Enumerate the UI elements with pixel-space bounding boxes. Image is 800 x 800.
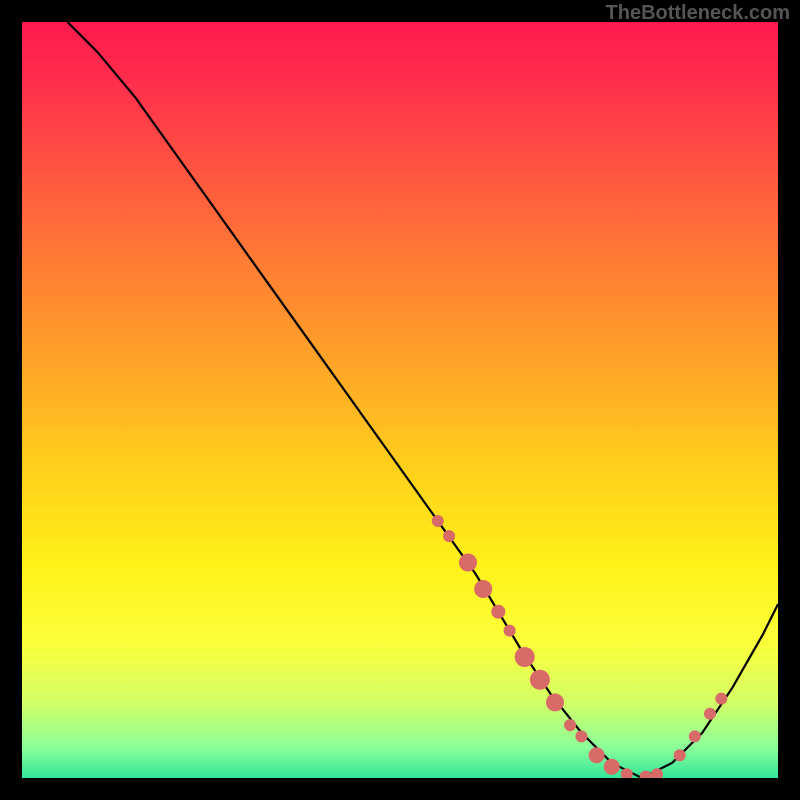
curve-marker	[504, 625, 516, 637]
curve-marker	[689, 730, 701, 742]
curve-marker	[564, 719, 576, 731]
curve-marker	[474, 580, 492, 598]
curve-marker	[491, 605, 505, 619]
curve-marker	[640, 771, 652, 779]
watermark-text: TheBottleneck.com	[606, 2, 790, 25]
curve-marker	[530, 670, 550, 690]
curve-markers	[432, 515, 728, 778]
curve-marker	[621, 768, 633, 778]
curve-marker	[704, 708, 716, 720]
curve-marker	[443, 530, 455, 542]
curve-marker	[715, 693, 727, 705]
curve-marker	[432, 515, 444, 527]
curve-svg	[22, 22, 778, 778]
curve-marker	[515, 647, 535, 667]
curve-marker	[575, 730, 587, 742]
bottleneck-curve-path	[67, 22, 778, 778]
curve-marker	[459, 554, 477, 572]
curve-marker	[604, 759, 620, 775]
curve-marker	[651, 768, 663, 778]
chart-plot-area	[22, 22, 778, 778]
curve-marker	[589, 747, 605, 763]
curve-marker	[546, 693, 564, 711]
curve-marker	[674, 749, 686, 761]
